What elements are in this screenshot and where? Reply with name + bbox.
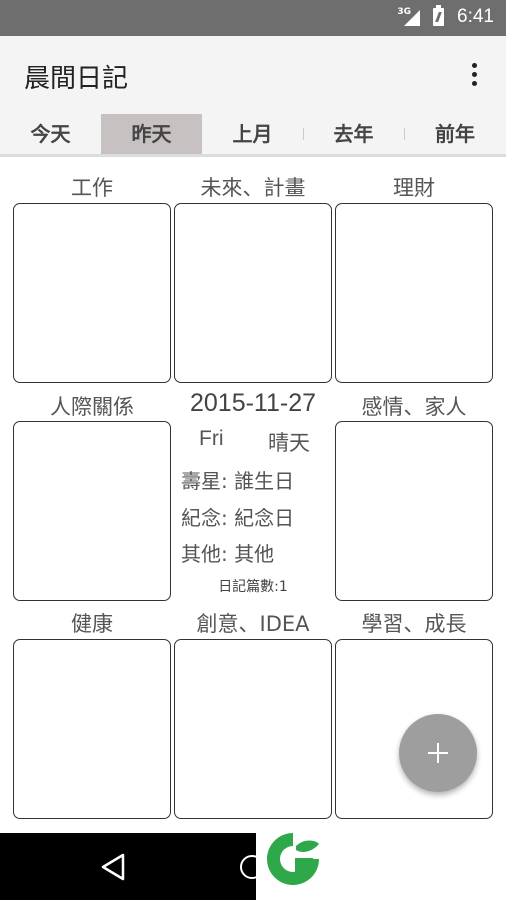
other-line: 其他: 其他 (181, 542, 275, 566)
app-logo-icon (264, 830, 322, 888)
overflow-menu-icon[interactable] (460, 58, 488, 92)
tab-last-year[interactable]: 去年 (303, 114, 404, 154)
anniversary-line: 紀念: 紀念日 (181, 506, 295, 530)
category-box-feelings-family[interactable] (335, 421, 493, 601)
tab-today[interactable]: 今天 (0, 114, 101, 154)
tab-last-month[interactable]: 上月 (202, 114, 303, 154)
category-label-relationships: 人際關係 (50, 395, 134, 419)
category-box-work[interactable] (13, 203, 171, 383)
category-label-work: 工作 (71, 176, 113, 200)
weather: 晴天 (268, 431, 310, 455)
add-entry-button[interactable] (399, 714, 477, 792)
back-icon[interactable] (100, 853, 126, 881)
status-bar: 3G 6:41 (0, 0, 506, 36)
category-box-health[interactable] (13, 639, 171, 819)
category-box-finance[interactable] (335, 203, 493, 383)
category-box-future-plan[interactable] (174, 203, 332, 383)
app-bar: 晨間日記 (0, 36, 506, 114)
tab-year-before-last[interactable]: 前年 (404, 114, 506, 154)
category-label-future-plan: 未來、計畫 (200, 176, 306, 200)
app-title: 晨間日記 (24, 64, 129, 94)
signal-icon (404, 10, 420, 26)
tab-yesterday[interactable]: 昨天 (101, 114, 202, 154)
category-label-feelings-family: 感情、家人 (361, 395, 467, 419)
selected-date: 2015-11-27 (189, 389, 317, 417)
category-box-creativity[interactable] (174, 639, 332, 819)
date-tabs: 今天 昨天 上月 去年 前年 (0, 114, 506, 157)
birthday-line: 壽星: 誰生日 (181, 469, 295, 493)
battery-charging-icon (433, 5, 444, 26)
category-label-finance: 理財 (393, 176, 435, 200)
navigation-bar (0, 833, 264, 900)
category-label-health: 健康 (71, 612, 113, 636)
category-box-relationships[interactable] (13, 421, 171, 601)
diary-count: 日記篇數:1 (218, 579, 288, 595)
weekday: Fri (199, 427, 224, 450)
home-icon[interactable] (240, 855, 264, 879)
status-time: 6:41 (457, 6, 494, 27)
category-label-learning: 學習、成長 (361, 612, 467, 636)
category-label-creativity: 創意、IDEA (196, 612, 310, 636)
